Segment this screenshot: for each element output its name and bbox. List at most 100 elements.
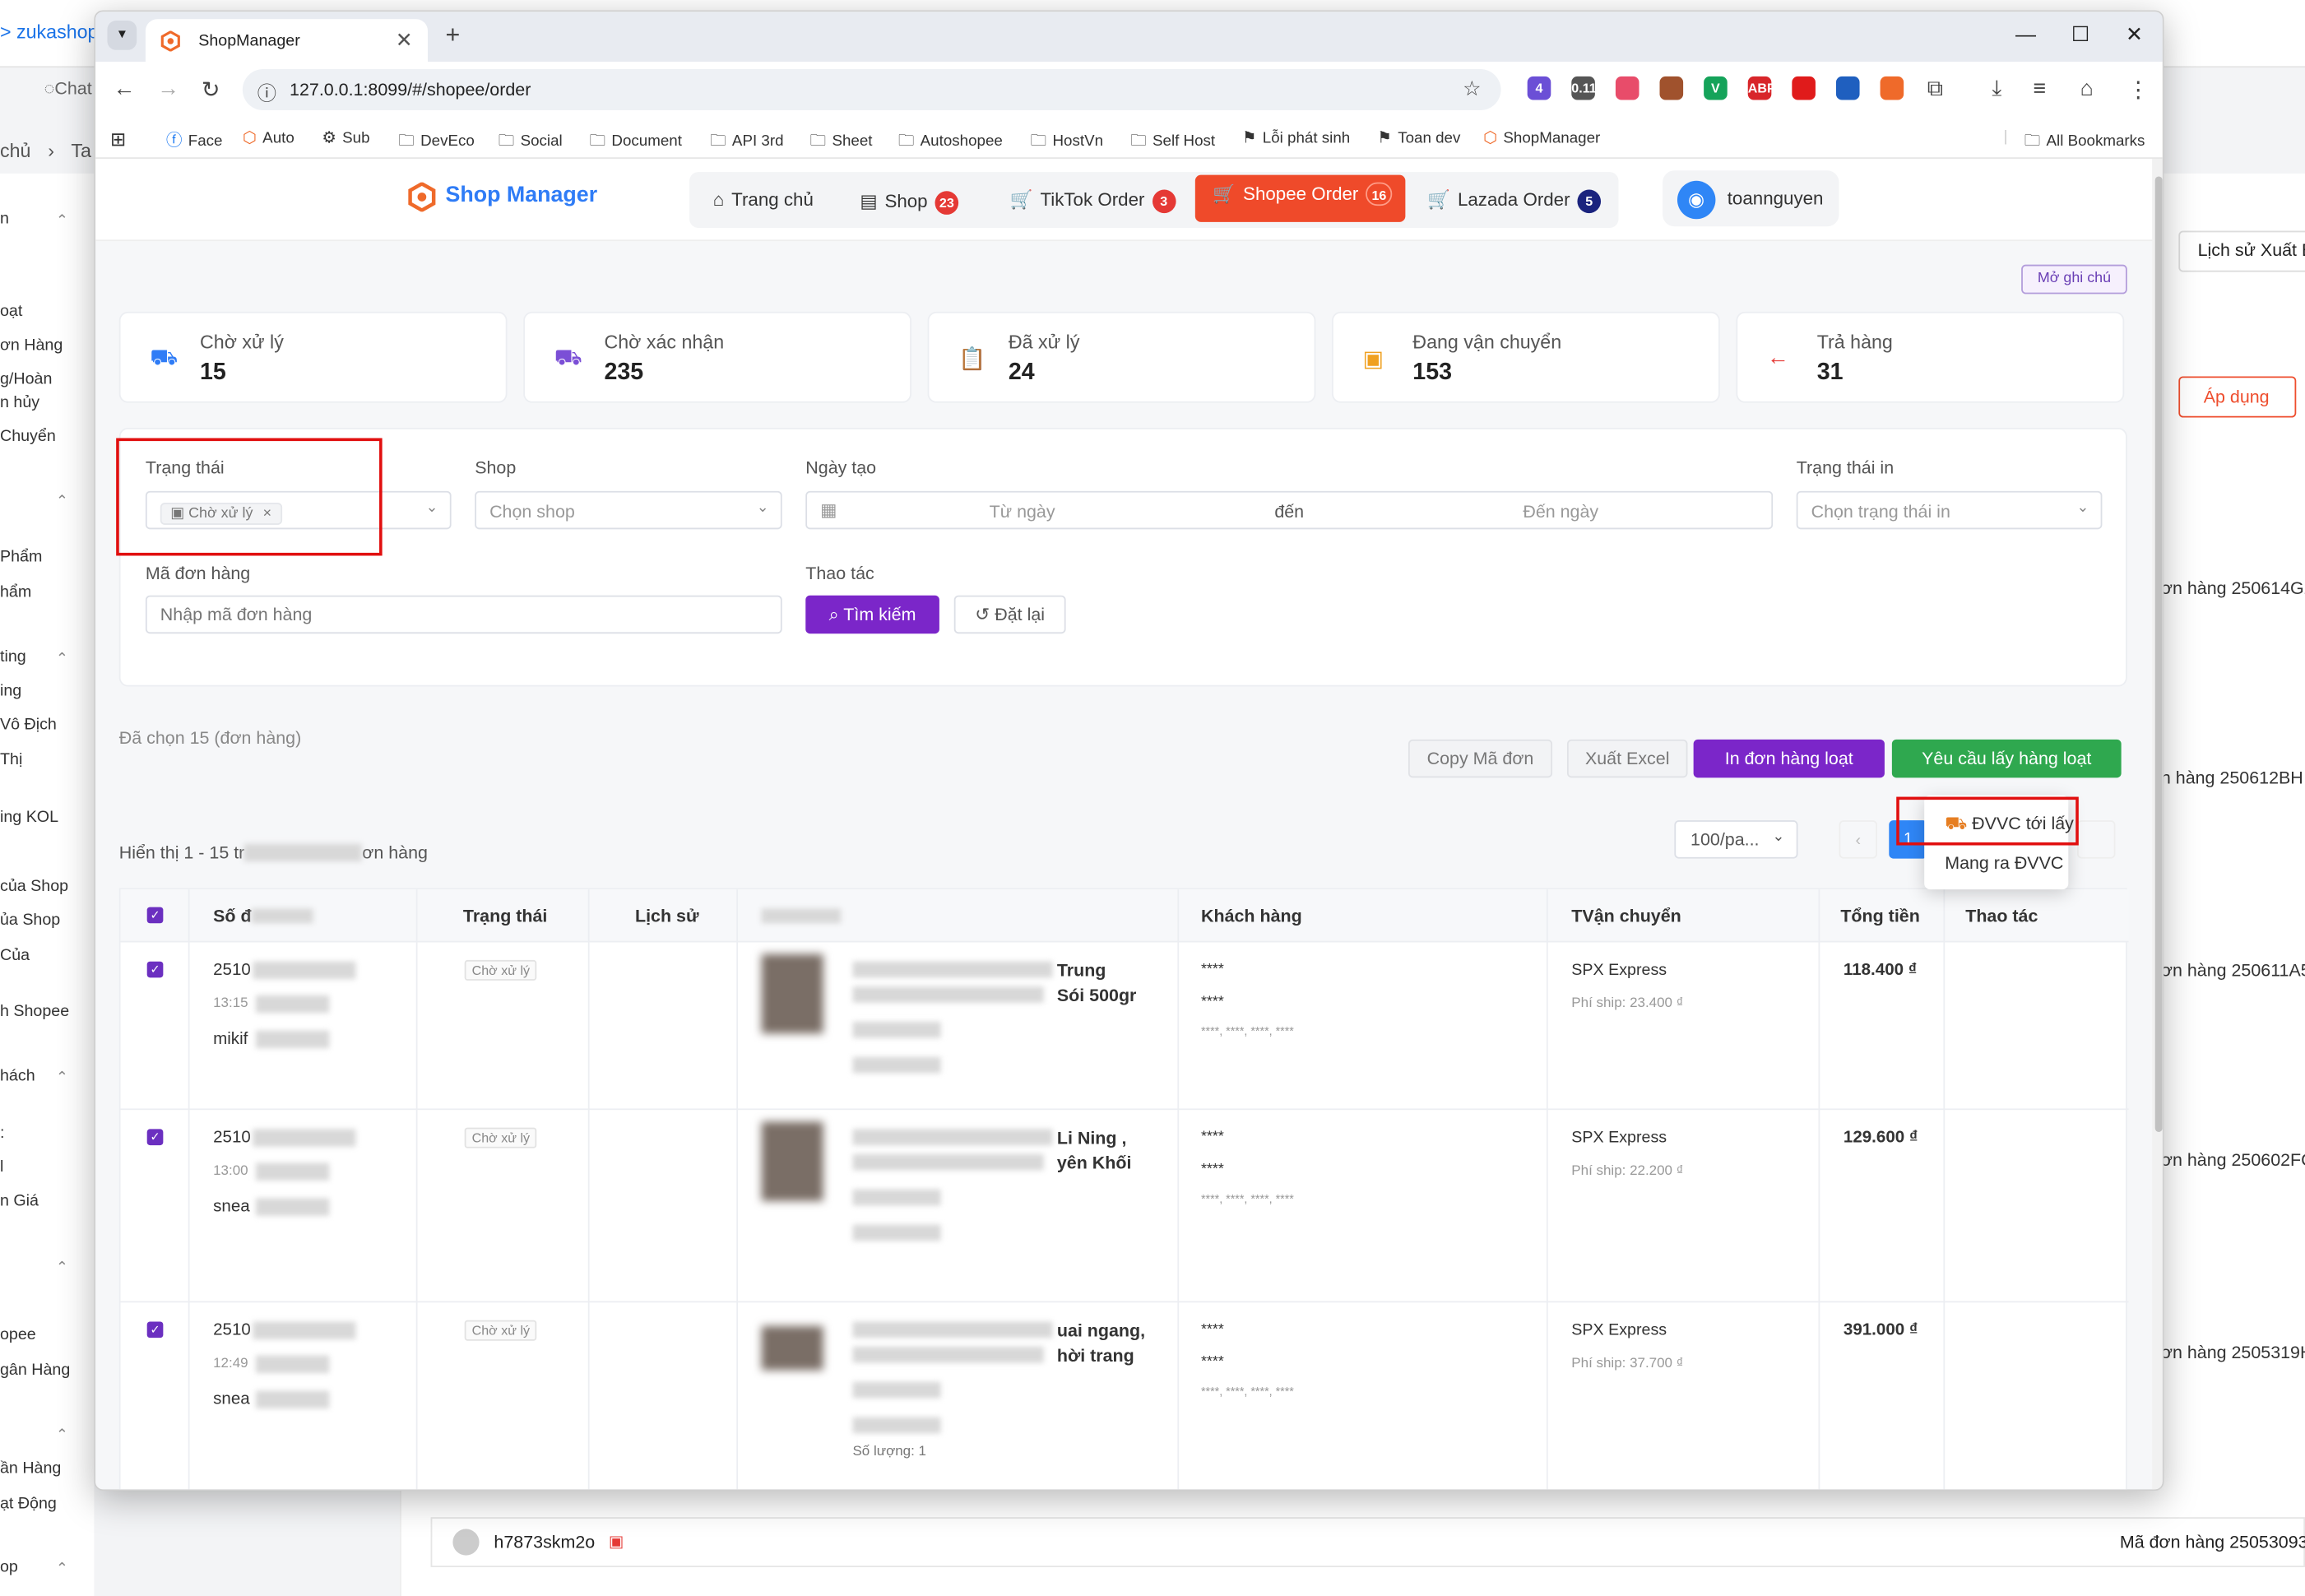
select-all-checkbox[interactable]: ✓ [146,907,164,924]
close-window-icon[interactable]: ✕ [2126,22,2143,47]
sidebar-item[interactable]: gân Hàng [0,1362,70,1379]
sidebar-item[interactable]: Phẩm [0,549,42,566]
sidebar-item[interactable]: ủa Shop [0,912,60,929]
sidebar-item[interactable]: n Giá [0,1192,39,1209]
row-checkbox[interactable]: ✓ [146,961,164,978]
extensions-puzzle-icon[interactable]: ⧉ [1927,77,1943,101]
sidebar-item[interactable]: l [0,1158,3,1176]
pickup-option-dropoff[interactable]: Mang ra ĐVVC [1945,852,2063,873]
sidebar-item[interactable]: oạt [0,303,22,320]
nav-shop[interactable]: ▤ Shop 23 [860,183,959,219]
nav-lazada-order[interactable]: 🛒 Lazada Order 5 [1427,183,1602,219]
order-id[interactable]: 2510 [213,1129,251,1146]
chevron-up-icon[interactable]: ⌃ [56,213,68,230]
bookmark-document[interactable]: 🗀 Document [590,128,682,155]
browser-tab[interactable]: ShopManager ✕ [145,19,429,63]
sidebar-item[interactable]: ing KOL [0,809,58,826]
bookmark-api-3rd[interactable]: 🗀 API 3rd [710,128,783,155]
bulk-print-button[interactable]: In đơn hàng loạt [1693,739,1885,778]
open-notes-button[interactable]: Mở ghi chú [2021,264,2127,295]
sidebar-item[interactable]: ơn Hàng [0,336,63,354]
row-checkbox[interactable]: ✓ [146,1129,164,1146]
table-row[interactable]: ✓ 2510 13:15 mikif Chờ xử lý Trung Sói 500gr **… [120,942,2129,1111]
forward-icon[interactable]: → [157,77,179,101]
sidebar-item[interactable]: Của [0,947,30,964]
print-status-select[interactable]: Chọn trạng thái in ⌄ [1796,490,2103,530]
extension-icon[interactable] [1792,76,1816,100]
bookmark-face[interactable]: ⓕ Face [166,128,223,151]
background-tab-text[interactable]: > zukashop2 [0,21,109,43]
order-id[interactable]: 2510 [213,1322,251,1339]
chevron-up-icon[interactable]: ⌃ [56,1427,68,1444]
site-info-icon[interactable]: ⓘ [257,78,276,106]
brand-title[interactable]: Shop Manager [445,183,597,207]
background-chat-link[interactable]: ◌Chat [44,78,92,99]
sidebar-item[interactable]: ạt Động [0,1495,57,1512]
user-menu[interactable]: ◉ toannguyen [1663,170,1839,227]
extension-icon[interactable] [1659,76,1684,100]
buyer-username[interactable]: mikif [213,1031,248,1048]
stat-card-3[interactable]: ▣ Đang vận chuyển 153 [1332,311,1720,403]
stat-card-2[interactable]: 📋 Đã xử lý 24 [927,311,1316,403]
tab-search-button[interactable]: ▾ [107,21,137,50]
menu-icon[interactable]: ⋮ [2127,77,2150,103]
chevron-up-icon[interactable]: ⌃ [56,494,68,510]
extension-icon[interactable]: 4 [1527,76,1551,100]
media-control-icon[interactable]: ≡ [2033,77,2046,101]
date-range-picker[interactable]: ▦ Từ ngày đến Đến ngày [805,490,1774,530]
bookmark-deveco[interactable]: 🗀 DevEco [398,128,475,155]
copy-order-ids-button[interactable]: Copy Mã đơn [1408,739,1553,778]
order-id-input[interactable] [145,595,782,634]
reset-button[interactable]: ↺ Đặt lại [953,595,1066,634]
export-history-button[interactable]: Lịch sử Xuất E [2178,230,2305,272]
search-button[interactable]: ⌕ Tìm kiếm [805,595,939,634]
sidebar-item[interactable]: : [0,1125,4,1142]
close-icon[interactable]: ✕ [396,28,413,53]
product-thumbnail[interactable] [761,953,823,1034]
product-thumbnail[interactable] [761,1325,823,1371]
export-excel-button[interactable]: Xuất Excel [1566,739,1688,778]
prev-page-button[interactable]: ‹ [1839,820,1877,859]
sidebar-item[interactable]: op [0,1558,18,1575]
sidebar-item[interactable]: Vô Địch [0,716,57,733]
bookmark-autoshopee[interactable]: 🗀 Autoshopee [898,128,1003,155]
bookmark-social[interactable]: 🗀 Social [499,128,563,155]
sidebar-item[interactable]: opee [0,1326,36,1343]
apply-button[interactable]: Áp dụng [2178,376,2297,418]
reload-icon[interactable]: ↻ [202,77,220,103]
table-row[interactable]: ✓ 2510 13:00 snea Chờ xử lý Li Ning , yên Khối… [120,1110,2129,1303]
extension-icon[interactable] [1835,76,1860,100]
chevron-up-icon[interactable]: ⌃ [56,1561,68,1578]
sidebar-item[interactable]: ing [0,682,21,699]
table-row[interactable]: ✓ 2510 12:49 snea Chờ xử lý uai ngang, hời tra… [121,1302,2129,1489]
sidebar-item[interactable]: Chuyển [0,428,56,445]
row-checkbox[interactable]: ✓ [146,1321,164,1339]
date-from[interactable]: Từ ngày [990,501,1055,522]
bookmark-toan-dev[interactable]: ⚑ Toan dev [1377,128,1460,146]
sidebar-item[interactable]: h Shopee [0,1003,69,1020]
stat-card-4[interactable]: ← Trả hàng 31 [1736,311,2125,403]
sidebar-item[interactable]: Thị [0,751,22,768]
sidebar-item[interactable]: hách [0,1067,35,1084]
date-to[interactable]: Đến ngày [1523,501,1598,522]
page-size-select[interactable]: 100/pa... ⌄ [1674,820,1798,859]
extension-icon[interactable] [1880,76,1904,100]
next-page-button[interactable] [2077,820,2116,859]
extension-icon[interactable]: ABP [1747,76,1776,100]
sidebar-item[interactable]: n [0,211,9,228]
download-icon[interactable]: ⤓ [1992,77,2001,101]
new-tab-icon[interactable]: + [445,21,460,50]
bookmark-auto[interactable]: ⬡ Auto [243,128,295,146]
bookmark-hostvn[interactable]: 🗀 HostVn [1031,128,1103,155]
chevron-up-icon[interactable]: ⌃ [56,1070,68,1087]
shop-filter-select[interactable]: Chọn shop ⌄ [475,490,782,530]
bookmark-sub[interactable]: ⚙ Sub [322,128,369,146]
bookmark-self-host[interactable]: 🗀 Self Host [1130,128,1215,155]
minimize-icon[interactable]: — [2015,22,2036,46]
buyer-username[interactable]: snea [213,1391,250,1408]
sidebar-item[interactable]: của Shop [0,878,68,895]
url-text[interactable]: 127.0.0.1:8099/#/shopee/order [290,79,531,100]
order-id[interactable]: 2510 [213,962,251,979]
nav-tiktok-order[interactable]: 🛒 TikTok Order 3 [1010,183,1176,219]
stat-card-1[interactable]: ⛟ Chờ xác nhận 235 [523,311,911,403]
